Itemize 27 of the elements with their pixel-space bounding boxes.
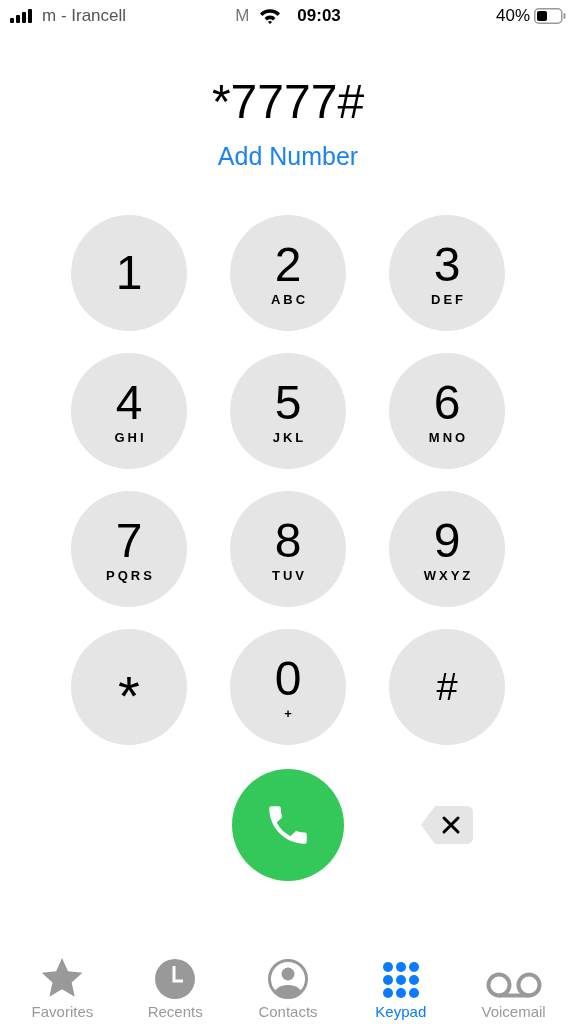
keypad-key[interactable]: 6 MNO [389,353,505,469]
keypad-key[interactable]: # [389,629,505,745]
clock-icon [155,959,196,999]
battery-percent: 40% [495,6,530,26]
keypad-key[interactable]: 3 DEF [389,215,505,331]
delete-button[interactable] [421,806,473,844]
network-indicator: M [235,6,250,26]
keypad-key[interactable]: 8 TUV [230,491,346,607]
clock-time: 09:03 [297,6,341,26]
keypad-key[interactable]: 9 WXYZ [389,491,505,607]
keypad-key[interactable]: * [71,629,187,745]
keypad-key[interactable]: 7 PQRS [71,491,187,607]
keypad-icon [381,961,420,999]
keypad-key[interactable]: 4 GHI [71,353,187,469]
battery-icon [534,8,566,24]
voicemail-icon [484,971,543,999]
keypad-key[interactable]: 0 + [230,629,346,745]
carrier-name: m - Irancell [42,6,127,26]
keypad-key[interactable]: 2 ABC [230,215,346,331]
tab-button[interactable]: Keypad [350,957,451,1020]
person-icon [268,959,308,999]
keypad-key[interactable]: 5 JKL [230,353,346,469]
add-number-link[interactable]: Add Number [217,142,359,171]
wifi-icon [259,8,282,24]
star-icon [40,957,85,999]
dialed-number: *7777# [210,74,366,130]
keypad-key[interactable]: 1 [71,215,187,331]
